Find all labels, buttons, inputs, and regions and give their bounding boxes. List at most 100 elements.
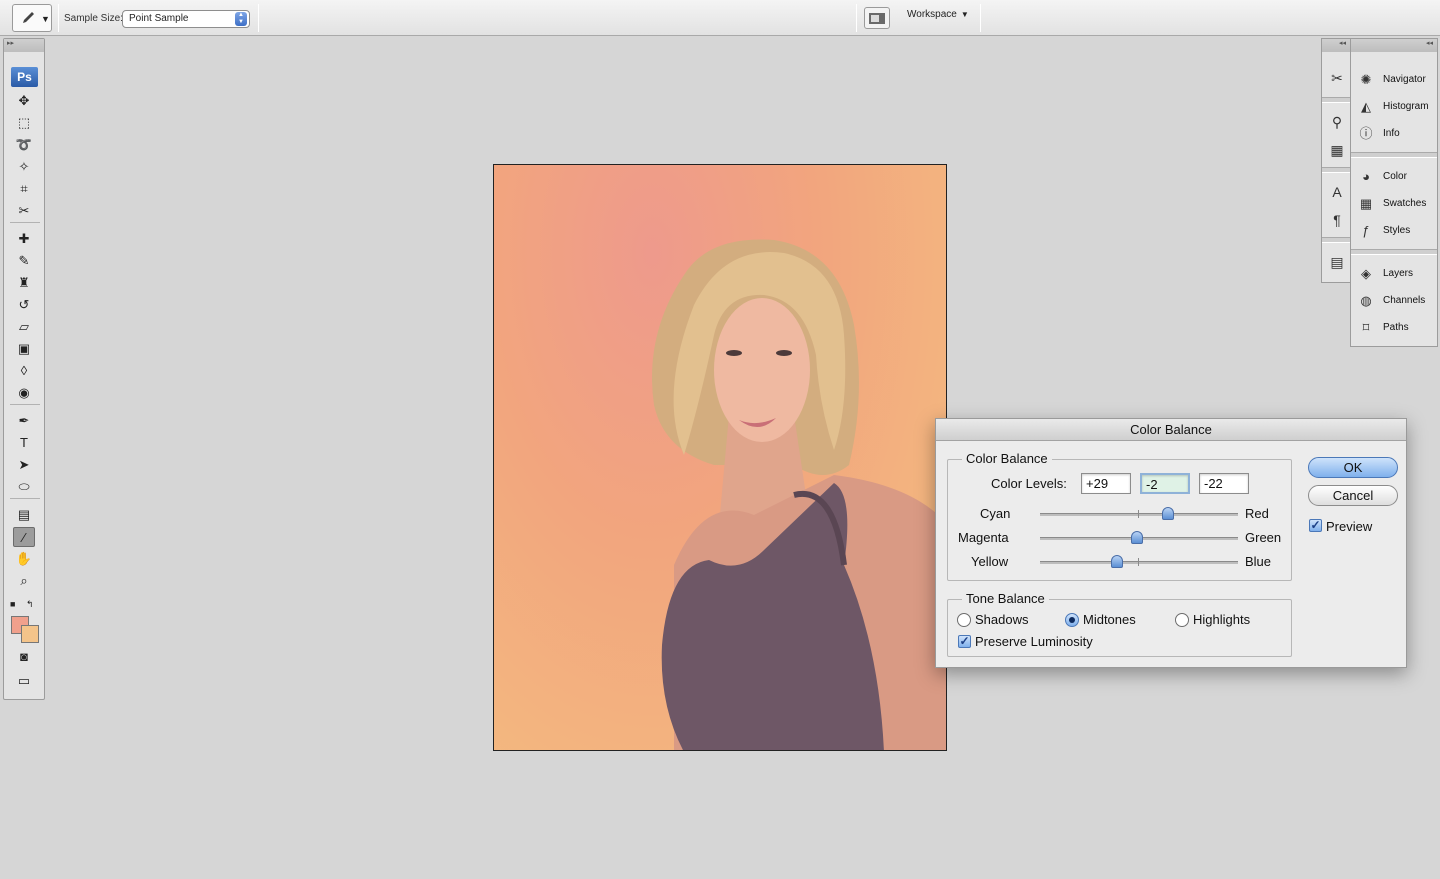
brushes-icon[interactable]: ⚲ xyxy=(1326,111,1348,133)
panel-item-paths[interactable]: ⌑ Paths xyxy=(1355,316,1435,340)
panel-grip[interactable]: ▸▸ xyxy=(4,39,44,52)
slider-center-tick xyxy=(1138,558,1139,566)
magenta-green-slider-thumb[interactable] xyxy=(1131,531,1144,544)
highlights-label: Highlights xyxy=(1193,612,1251,627)
cancel-button[interactable]: Cancel xyxy=(1308,485,1398,506)
character-icon[interactable]: A xyxy=(1326,181,1348,203)
slice-tool[interactable]: ✂ xyxy=(13,201,35,221)
tone-balance-group: Tone Balance Shadows Midtones Highlights… xyxy=(947,591,1292,657)
chevron-down-icon: ▼ xyxy=(41,14,50,24)
panel-item-color[interactable]: ◕ Color xyxy=(1355,165,1435,189)
magenta-green-slider[interactable] xyxy=(1040,531,1238,544)
clone-stamp-tool[interactable]: ♜ xyxy=(13,273,35,293)
background-color-swatch[interactable] xyxy=(21,625,39,643)
paragraph-icon[interactable]: ¶ xyxy=(1326,209,1348,231)
history-brush-tool[interactable]: ↺ xyxy=(13,295,35,315)
pen-tool[interactable]: ✒ xyxy=(13,411,35,431)
preview-checkbox[interactable]: ✓ xyxy=(1309,519,1322,532)
panel-item-styles[interactable]: ƒ Styles xyxy=(1355,219,1435,243)
tool-presets-icon[interactable]: ✂ xyxy=(1326,67,1348,89)
tool-divider xyxy=(10,404,40,405)
sample-size-select[interactable]: Point Sample ▲ ▼ xyxy=(122,10,250,28)
cyan-red-slider[interactable] xyxy=(1040,507,1238,520)
panel-item-label: Channels xyxy=(1383,295,1426,306)
layers-icon: ◈ xyxy=(1361,266,1371,281)
panel-dock-icons: ◂◂ ✂ ⚲ ▦ A ¶ ▤ xyxy=(1321,38,1351,283)
panel-item-layers[interactable]: ◈ Layers xyxy=(1355,262,1435,286)
document-canvas[interactable] xyxy=(493,164,947,751)
notes-tool[interactable]: ▤ xyxy=(13,505,35,525)
panel-item-label: Navigator xyxy=(1383,74,1426,85)
yellow-blue-level-field[interactable]: -22 xyxy=(1199,473,1249,494)
hand-tool[interactable]: ✋ xyxy=(13,549,35,569)
yellow-blue-slider[interactable] xyxy=(1040,555,1238,568)
bridge-icon xyxy=(869,13,885,24)
path-selection-tool[interactable]: ➤ xyxy=(13,455,35,475)
shadows-radio[interactable] xyxy=(957,613,971,627)
panel-item-histogram[interactable]: ◭ Histogram xyxy=(1355,95,1435,119)
panel-item-info[interactable]: ⓘ Info xyxy=(1355,122,1435,146)
swap-colors-icon[interactable]: ↰ xyxy=(26,599,34,610)
panel-dock: ◂◂ ✺ Navigator ◭ Histogram ⓘ Info ◕ Color ▦ Swatc… xyxy=(1350,38,1438,347)
type-tool[interactable]: T xyxy=(13,433,35,453)
tool-preset-picker[interactable]: ▼ xyxy=(12,4,52,32)
yellow-blue-slider-thumb[interactable] xyxy=(1111,555,1124,568)
info-icon: ⓘ xyxy=(1359,126,1373,141)
cyan-red-level-field[interactable]: +29 xyxy=(1081,473,1131,494)
panel-group-divider xyxy=(1322,237,1350,243)
default-colors-icon[interactable]: ■ xyxy=(10,599,15,609)
zoom-tool[interactable]: ⌕ xyxy=(13,571,35,591)
ps-logo[interactable]: Ps xyxy=(11,67,38,87)
channels-icon: ◍ xyxy=(1360,293,1372,308)
brush-tool[interactable]: ✎ xyxy=(13,251,35,271)
eraser-tool[interactable]: ▱ xyxy=(13,317,35,337)
crop-tool[interactable]: ⌗ xyxy=(13,179,35,199)
shape-tool[interactable]: ⬭ xyxy=(13,477,35,497)
cyan-red-slider-thumb[interactable] xyxy=(1161,507,1174,520)
midtones-label: Midtones xyxy=(1083,612,1136,627)
stepper-icon: ▲ ▼ xyxy=(235,12,247,26)
yellow-label: Yellow xyxy=(971,554,1009,569)
marquee-tool[interactable]: ⬚ xyxy=(13,113,35,133)
bridge-button[interactable] xyxy=(864,7,890,29)
chevron-down-icon: ▼ xyxy=(960,10,969,19)
cyan-label: Cyan xyxy=(980,506,1011,521)
sample-size-value: Point Sample xyxy=(129,13,189,24)
color-balance-legend: Color Balance xyxy=(962,451,1052,466)
slider-center-tick xyxy=(1138,510,1139,518)
preserve-luminosity-checkbox[interactable]: ✓ xyxy=(958,635,971,648)
quick-mask-button[interactable]: ◙ xyxy=(13,647,35,667)
green-label: Green xyxy=(1245,530,1282,545)
move-tool[interactable]: ✥ xyxy=(13,91,35,111)
dialog-title[interactable]: Color Balance xyxy=(936,419,1406,441)
sample-size-label: Sample Size: xyxy=(64,13,123,24)
lasso-tool[interactable]: ➰ xyxy=(13,135,35,155)
dock-grip[interactable]: ◂◂ xyxy=(1351,39,1437,52)
clone-source-icon[interactable]: ▦ xyxy=(1326,139,1348,161)
gradient-tool[interactable]: ▣ xyxy=(13,339,35,359)
workspace-menu[interactable]: Workspace ▼ xyxy=(907,9,969,20)
divider xyxy=(258,4,259,32)
tone-balance-legend: Tone Balance xyxy=(962,591,1049,606)
panel-item-swatches[interactable]: ▦ Swatches xyxy=(1355,192,1435,216)
layer-comps-icon[interactable]: ▤ xyxy=(1326,251,1348,273)
divider xyxy=(980,4,981,32)
ok-button[interactable]: OK xyxy=(1308,457,1398,478)
eyedropper-tool[interactable]: ⁄ xyxy=(13,527,35,547)
magic-wand-tool[interactable]: ✧ xyxy=(13,157,35,177)
panel-group-divider xyxy=(1351,152,1437,158)
panel-group-divider xyxy=(1351,249,1437,255)
styles-icon: ƒ xyxy=(1362,223,1370,238)
highlights-radio[interactable] xyxy=(1175,613,1189,627)
panel-item-channels[interactable]: ◍ Channels xyxy=(1355,289,1435,313)
dock-grip[interactable]: ◂◂ xyxy=(1322,39,1350,52)
red-label: Red xyxy=(1245,506,1269,521)
healing-brush-tool[interactable]: ✚ xyxy=(13,229,35,249)
dodge-tool[interactable]: ◉ xyxy=(13,383,35,403)
magenta-green-level-field[interactable]: -2 xyxy=(1140,473,1190,494)
blur-tool[interactable]: ◊ xyxy=(13,361,35,381)
midtones-radio[interactable] xyxy=(1065,613,1079,627)
panel-item-label: Styles xyxy=(1383,225,1411,236)
screen-mode-button[interactable]: ▭ xyxy=(13,671,35,691)
panel-item-navigator[interactable]: ✺ Navigator xyxy=(1355,68,1435,92)
